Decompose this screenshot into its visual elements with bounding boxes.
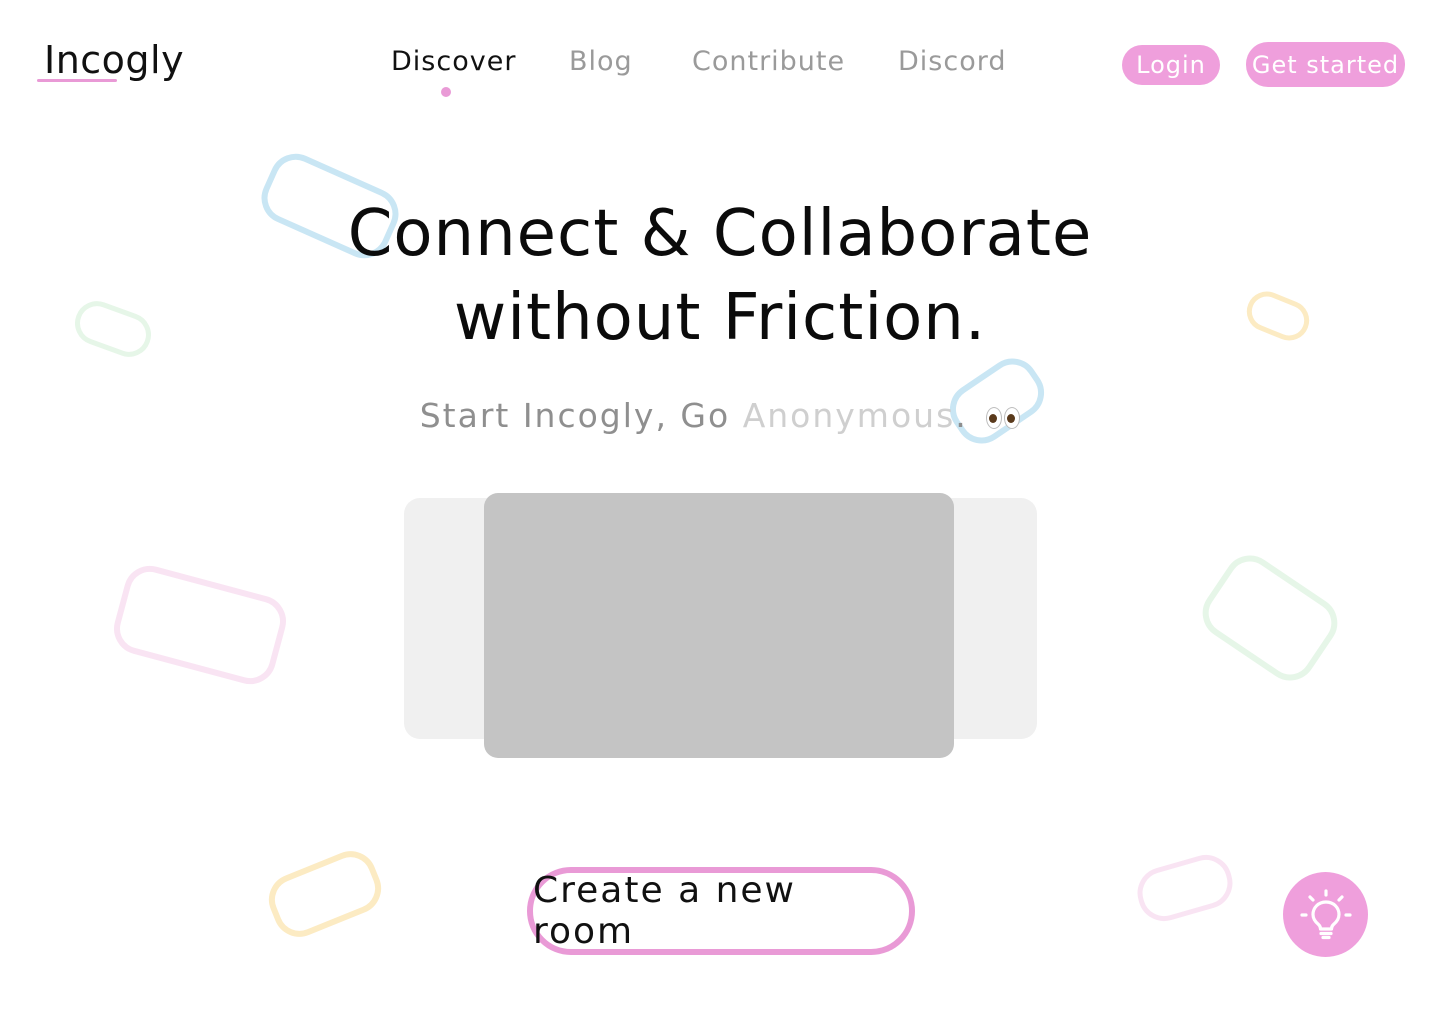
nav-item-discover[interactable]: Discover <box>391 46 516 77</box>
nav-item-blog[interactable]: Blog <box>569 46 633 77</box>
create-room-button[interactable]: Create a new room <box>527 867 915 955</box>
login-button[interactable]: Login <box>1122 45 1220 85</box>
landing-page: Incogly Discover Blog Contribute Discord… <box>0 0 1440 1024</box>
hero-title-line1: Connect & Collaborate <box>347 197 1093 271</box>
decor-pill-pink-left <box>108 560 292 690</box>
hero-subtitle-faded-word: Anonymous <box>742 396 956 435</box>
get-started-button[interactable]: Get started <box>1246 42 1405 87</box>
nav-item-discord[interactable]: Discord <box>898 46 1007 77</box>
hero-subtitle: Start Incogly, Go Anonymous. <box>0 396 1440 435</box>
hero-title-line2: without Friction. <box>453 281 987 355</box>
decor-pill-green-right <box>1192 545 1348 691</box>
theme-toggle-button[interactable] <box>1283 872 1368 957</box>
decor-pill-yellow-bottom <box>261 843 389 945</box>
hero-subtitle-prefix: Start Incogly, Go <box>419 396 743 435</box>
preview-card-front <box>484 493 954 758</box>
hero-title: Connect & Collaborate without Friction. <box>0 192 1440 360</box>
decor-pill-pink-bottom <box>1131 848 1239 928</box>
nav-item-contribute[interactable]: Contribute <box>692 46 845 77</box>
lightbulb-icon <box>1299 888 1352 939</box>
logo-underline <box>37 79 117 82</box>
eyes-emoji-icon <box>984 396 1021 435</box>
hero-subtitle-suffix: . <box>955 396 968 435</box>
logo[interactable]: Incogly <box>44 38 184 82</box>
active-nav-indicator <box>441 87 451 97</box>
